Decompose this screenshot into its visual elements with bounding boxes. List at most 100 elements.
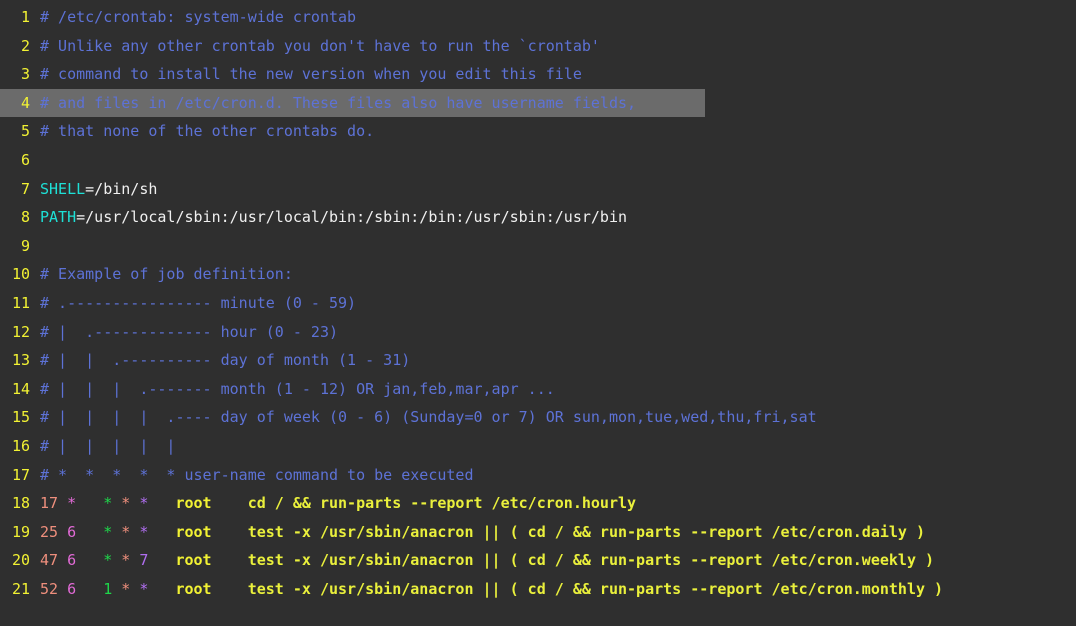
line-number: 3 bbox=[20, 65, 30, 84]
token-dom: 1 bbox=[103, 579, 113, 598]
line-number: 18 bbox=[11, 494, 30, 513]
code-lines[interactable]: 1 # /etc/crontab: system-wide crontab 2 # U… bbox=[0, 3, 1076, 603]
line-number: 16 bbox=[11, 436, 30, 455]
token-env: PATH bbox=[40, 208, 77, 227]
code-line[interactable]: 10 # Example of job definition: bbox=[0, 260, 1076, 289]
token-val bbox=[112, 580, 121, 598]
token-cmt: # | | | | | bbox=[40, 436, 176, 455]
token-user: root bbox=[175, 579, 212, 598]
code-line[interactable]: 6 bbox=[0, 146, 1076, 175]
line-content[interactable]: 52 6 1 * * root test -x /usr/sbin/anacro… bbox=[30, 575, 1076, 604]
token-val bbox=[130, 494, 139, 512]
code-line[interactable]: 8 PATH=/usr/local/sbin:/usr/local/bin:/sb… bbox=[0, 203, 1076, 232]
line-content[interactable]: SHELL=/bin/sh bbox=[30, 175, 1076, 204]
code-line[interactable]: 4 # and files in /etc/cron.d. These files… bbox=[0, 88, 1076, 118]
line-number: 1 bbox=[20, 8, 30, 26]
line-number: 19 bbox=[11, 522, 30, 541]
code-line[interactable]: 12 # | .------------- hour (0 - 23) bbox=[0, 318, 1076, 347]
line-number: 17 bbox=[11, 465, 30, 484]
token-month: * bbox=[121, 522, 131, 541]
token-cmt: # * * * * * user-name command to be exec… bbox=[40, 465, 474, 484]
code-line[interactable]: 7 SHELL=/bin/sh bbox=[0, 175, 1076, 204]
token-cmd: test -x /usr/sbin/anacron || ( cd / && r… bbox=[247, 551, 935, 570]
token-user: root bbox=[175, 494, 212, 513]
code-line[interactable]: 19 25 6 * * * root test -x /usr/sbin/anac… bbox=[0, 518, 1076, 547]
code-line[interactable]: 1 # /etc/crontab: system-wide crontab bbox=[0, 3, 1076, 32]
token-val bbox=[148, 580, 175, 598]
code-line[interactable]: 21 52 6 1 * * root test -x /usr/sbin/anac… bbox=[0, 575, 1076, 604]
code-line[interactable]: 18 17 * * * * root cd / && run-parts --re… bbox=[0, 489, 1076, 518]
token-val bbox=[212, 580, 248, 598]
line-content[interactable] bbox=[30, 232, 1076, 261]
line-content[interactable]: # command to install the new version whe… bbox=[30, 60, 1076, 89]
line-number: 12 bbox=[11, 322, 30, 341]
code-line[interactable]: 13 # | | .---------- day of month (1 - 31… bbox=[0, 346, 1076, 375]
code-line[interactable]: 11 # .---------------- minute (0 - 59) bbox=[0, 289, 1076, 318]
line-number: 7 bbox=[20, 179, 30, 198]
line-number: 13 bbox=[11, 351, 30, 370]
line-content[interactable]: # | .------------- hour (0 - 23) bbox=[30, 318, 1076, 347]
line-number: 2 bbox=[20, 36, 30, 55]
token-val bbox=[112, 523, 121, 541]
line-content[interactable] bbox=[30, 146, 1076, 175]
token-val bbox=[76, 551, 103, 569]
code-line[interactable]: 20 47 6 * * 7 root test -x /usr/sbin/anac… bbox=[0, 546, 1076, 575]
line-content[interactable]: 47 6 * * 7 root test -x /usr/sbin/anacro… bbox=[30, 546, 1076, 575]
line-content[interactable]: # /etc/crontab: system-wide crontab bbox=[30, 3, 1076, 32]
line-content[interactable]: # | | .---------- day of month (1 - 31) bbox=[30, 346, 1076, 375]
token-cmt: # | .------------- hour (0 - 23) bbox=[40, 322, 339, 341]
line-content[interactable]: # | | | | | bbox=[30, 432, 1076, 461]
token-val bbox=[148, 523, 175, 541]
code-line[interactable]: 5 # that none of the other crontabs do. bbox=[0, 117, 1076, 146]
code-line[interactable]: 15 # | | | | .---- day of week (0 - 6) (S… bbox=[0, 403, 1076, 432]
token-val bbox=[76, 523, 103, 541]
line-number: 21 bbox=[11, 579, 30, 598]
token-cmt: # command to install the new version whe… bbox=[40, 65, 582, 84]
line-content[interactable]: 25 6 * * * root test -x /usr/sbin/anacro… bbox=[30, 518, 1076, 547]
token-hour: * bbox=[67, 494, 77, 513]
line-number: 20 bbox=[11, 551, 30, 570]
code-line[interactable]: 3 # command to install the new version wh… bbox=[0, 60, 1076, 89]
token-dom: * bbox=[103, 522, 113, 541]
code-line[interactable]: 9 bbox=[0, 232, 1076, 261]
token-cmt: # | | .---------- day of month (1 - 31) bbox=[40, 351, 411, 370]
token-hour: 6 bbox=[67, 522, 77, 541]
line-content[interactable]: PATH=/usr/local/sbin:/usr/local/bin:/sbi… bbox=[30, 203, 1076, 232]
line-content[interactable]: # Unlike any other crontab you don't hav… bbox=[30, 32, 1076, 61]
code-line[interactable]: 2 # Unlike any other crontab you don't ha… bbox=[0, 32, 1076, 61]
line-number: 14 bbox=[11, 379, 30, 398]
token-dom: * bbox=[103, 551, 113, 570]
line-content[interactable]: # | | | .------- month (1 - 12) OR jan,f… bbox=[30, 375, 1076, 404]
line-number: 4 bbox=[20, 93, 30, 112]
token-hour: 6 bbox=[67, 579, 77, 598]
line-content[interactable]: 17 * * * * root cd / && run-parts --repo… bbox=[30, 489, 1076, 518]
line-content[interactable]: # .---------------- minute (0 - 59) bbox=[30, 289, 1076, 318]
code-line[interactable]: 16 # | | | | | bbox=[0, 432, 1076, 461]
line-number: 9 bbox=[20, 236, 30, 255]
token-minute: 52 bbox=[40, 579, 68, 598]
token-cmd: cd / && run-parts --report /etc/cron.hou… bbox=[247, 494, 637, 513]
code-line[interactable]: 17 # * * * * * user-name command to be ex… bbox=[0, 461, 1076, 490]
token-cmt: # | | | .------- month (1 - 12) OR jan,f… bbox=[40, 379, 555, 398]
token-val bbox=[148, 551, 175, 569]
token-val bbox=[148, 494, 175, 512]
line-number: 10 bbox=[11, 265, 30, 284]
line-content[interactable]: # that none of the other crontabs do. bbox=[30, 117, 1076, 146]
code-line[interactable]: 14 # | | | .------- month (1 - 12) OR jan… bbox=[0, 375, 1076, 404]
line-content[interactable]: # * * * * * user-name command to be exec… bbox=[30, 461, 1076, 490]
token-val bbox=[212, 551, 248, 569]
token-month: * bbox=[121, 579, 131, 598]
token-hour: 6 bbox=[67, 551, 77, 570]
crontab-editor[interactable]: 1 # /etc/crontab: system-wide crontab 2 # U… bbox=[0, 0, 1076, 626]
line-content[interactable]: # and files in /etc/cron.d. These files … bbox=[30, 89, 1076, 118]
token-month: * bbox=[121, 551, 131, 570]
line-number: 11 bbox=[11, 293, 30, 312]
token-minute: 25 bbox=[40, 522, 68, 541]
line-content[interactable]: # Example of job definition: bbox=[30, 260, 1076, 289]
line-content[interactable]: # | | | | .---- day of week (0 - 6) (Sun… bbox=[30, 403, 1076, 432]
token-val bbox=[212, 523, 248, 541]
token-env: SHELL bbox=[40, 179, 86, 198]
token-month: * bbox=[121, 494, 131, 513]
token-val bbox=[130, 523, 139, 541]
line-number: 5 bbox=[20, 122, 30, 141]
